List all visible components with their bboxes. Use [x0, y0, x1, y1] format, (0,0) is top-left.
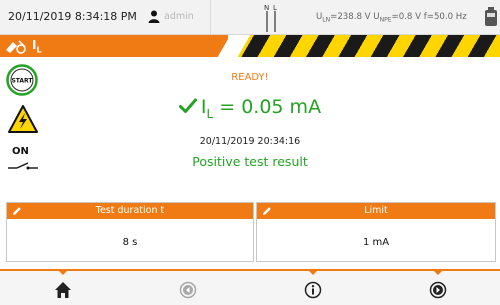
- panel-header: Limit: [257, 203, 495, 219]
- divider: [210, 0, 211, 35]
- home-button[interactable]: [0, 270, 125, 305]
- svg-text:N: N: [264, 4, 269, 12]
- panel-value: 1 mA: [362, 237, 390, 248]
- result-timestamp: 20/11/2019 20:34:16: [199, 136, 301, 147]
- info-icon: [304, 281, 322, 299]
- svg-text:L: L: [273, 4, 277, 12]
- forward-icon: [429, 281, 447, 299]
- user-name[interactable]: admin: [164, 11, 194, 22]
- measurement-result: IL = 0.05 mA: [0, 96, 500, 121]
- measurements: ULN=238.8 V UNPE=0.8 V f=50.0 Hz: [316, 12, 467, 24]
- user-icon[interactable]: [148, 10, 160, 23]
- panel-value: 8 s: [122, 237, 138, 248]
- bottom-nav: [0, 269, 500, 305]
- info-button[interactable]: [250, 270, 375, 305]
- hazard-stripes: [236, 35, 500, 57]
- pencil-icon[interactable]: [12, 206, 22, 216]
- nav-tick: [433, 270, 443, 275]
- home-icon: [55, 282, 71, 298]
- ready-status: READY!: [231, 72, 269, 83]
- leakage-probe-icon: [6, 40, 26, 54]
- check-icon: [178, 98, 197, 113]
- datetime: 20/11/2019 8:34:18 PM: [8, 10, 137, 23]
- panel-header: Test duration t: [7, 203, 253, 219]
- mode-bar: IL: [0, 35, 500, 57]
- test-verdict: Positive test result: [192, 154, 308, 169]
- device-icon: [485, 7, 497, 26]
- socket-nl-icon: N L: [264, 4, 277, 32]
- test-duration-panel[interactable]: Test duration t 8 s: [6, 202, 254, 262]
- panel-title: Limit: [364, 205, 388, 216]
- mode-label: IL: [32, 38, 42, 55]
- back-button[interactable]: [125, 271, 250, 305]
- nav-tick: [58, 270, 68, 275]
- nav-tick: [308, 270, 318, 275]
- limit-panel[interactable]: Limit 1 mA: [256, 202, 496, 262]
- forward-button[interactable]: [375, 270, 500, 305]
- pencil-icon[interactable]: [262, 206, 272, 216]
- panel-title: Test duration t: [95, 205, 165, 216]
- status-bar: 20/11/2019 8:34:18 PM admin N L ULN=238.…: [0, 0, 500, 35]
- back-icon: [179, 281, 197, 299]
